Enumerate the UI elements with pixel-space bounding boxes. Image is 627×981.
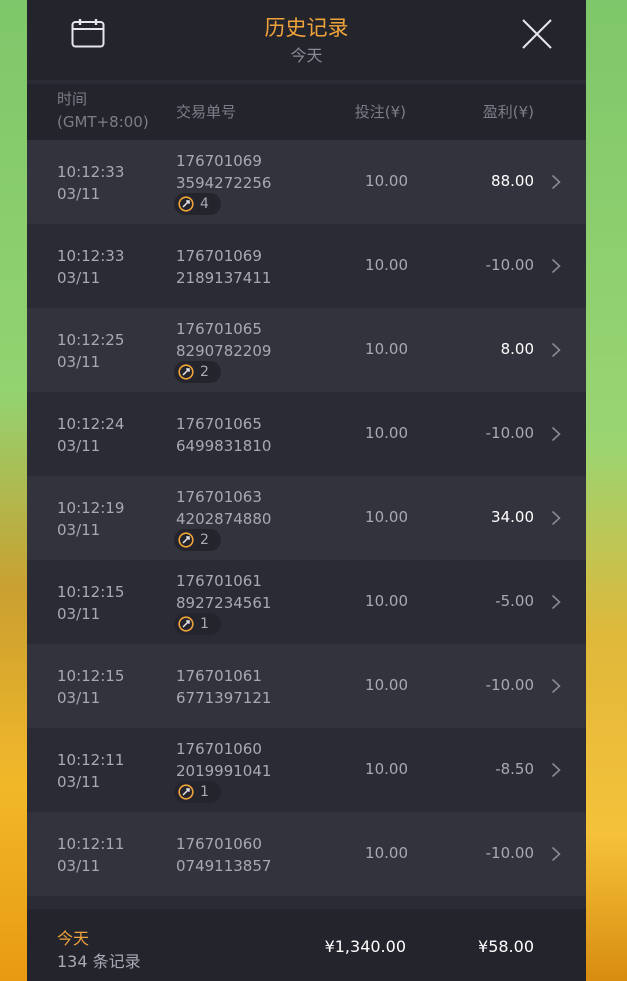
- history-row[interactable]: 10:12:24 03/11 176701065 6499831810 10.00 -10…: [27, 392, 586, 476]
- row-time: 10:12:15 03/11: [57, 667, 125, 707]
- free-spin-badge: 2: [174, 529, 221, 551]
- row-bet: 10.00: [365, 676, 408, 694]
- chevron-right-icon: [551, 342, 561, 358]
- row-bet: 10.00: [365, 340, 408, 358]
- row-transaction-id: 176701060 2019991041: [176, 740, 272, 780]
- history-row[interactable]: 10:12:15 03/11 176701061 8927234561 1 10.00 -5…: [27, 560, 586, 644]
- row-transaction-id: 176701065 8290782209: [176, 320, 272, 360]
- row-time: 10:12:33 03/11: [57, 163, 125, 203]
- history-row[interactable]: 10:12:33 03/11 176701069 3594272256 4 10.00 88…: [27, 140, 586, 224]
- free-spin-icon: [178, 196, 194, 212]
- background-left: [0, 0, 27, 981]
- chevron-right-icon: [551, 426, 561, 442]
- history-row[interactable]: 10:12:11 03/11 176701060 0749113857 10.00 -10…: [27, 812, 586, 896]
- free-spin-badge: 2: [174, 361, 221, 383]
- summary-total-bet: ¥1,340.00: [324, 937, 406, 956]
- chevron-right-icon: [551, 174, 561, 190]
- history-row[interactable]: 10:12:33 03/11 176701069 2189137411 10.00 -10…: [27, 224, 586, 308]
- page-title: 历史记录: [264, 16, 349, 40]
- history-row[interactable]: 10:12:15 03/11 176701061 6771397121 10.00 -10…: [27, 644, 586, 728]
- free-spin-icon: [178, 784, 194, 800]
- row-time: 10:12:33 03/11: [57, 247, 125, 287]
- row-bet: 10.00: [365, 172, 408, 190]
- free-spin-icon: [178, 532, 194, 548]
- free-spin-count: 2: [200, 364, 209, 380]
- chevron-right-icon: [551, 846, 561, 862]
- row-profit: -8.50: [495, 760, 534, 778]
- row-transaction-id: 176701061 8927234561: [176, 572, 272, 612]
- background-right: [586, 0, 627, 981]
- row-profit: 34.00: [491, 508, 534, 526]
- row-profit: -5.00: [495, 592, 534, 610]
- free-spin-count: 2: [200, 532, 209, 548]
- row-time: 10:12:19 03/11: [57, 499, 125, 539]
- row-bet: 10.00: [365, 592, 408, 610]
- chevron-right-icon: [551, 762, 561, 778]
- header: 历史记录 今天: [27, 0, 586, 80]
- row-profit: 88.00: [491, 172, 534, 190]
- chevron-right-icon: [551, 258, 561, 274]
- close-icon[interactable]: [521, 18, 553, 50]
- row-bet: 10.00: [365, 424, 408, 442]
- column-profit: 盈利(¥): [482, 103, 534, 121]
- column-time: 时间 (GMT+8:00): [57, 90, 149, 131]
- row-transaction-id: 176701063 4202874880: [176, 488, 272, 528]
- free-spin-icon: [178, 616, 194, 632]
- summary-total-profit: ¥58.00: [478, 937, 534, 956]
- row-profit: 8.00: [500, 340, 534, 358]
- free-spin-count: 1: [200, 784, 209, 800]
- row-bet: 10.00: [365, 256, 408, 274]
- row-profit: -10.00: [485, 844, 534, 862]
- page-subtitle: 今天: [290, 46, 323, 65]
- row-bet: 10.00: [365, 760, 408, 778]
- history-row[interactable]: 10:12:11 03/11 176701060 2019991041 1 10.00 -8…: [27, 728, 586, 812]
- row-transaction-id: 176701069 2189137411: [176, 247, 272, 287]
- row-time: 10:12:11 03/11: [57, 751, 125, 791]
- free-spin-icon: [178, 364, 194, 380]
- row-profit: -10.00: [485, 676, 534, 694]
- row-transaction-id: 176701069 3594272256: [176, 152, 272, 192]
- history-panel: 历史记录 今天 时间 (GMT+8:00) 交易单号 投注(¥) 盈利(¥) 1…: [27, 0, 586, 981]
- column-header: 时间 (GMT+8:00) 交易单号 投注(¥) 盈利(¥): [27, 84, 586, 140]
- chevron-right-icon: [551, 510, 561, 526]
- summary-count: 134 条记录: [57, 952, 141, 971]
- free-spin-badge: 4: [174, 193, 221, 215]
- free-spin-count: 1: [200, 616, 209, 632]
- summary-footer: 今天 134 条记录 ¥1,340.00 ¥58.00: [27, 909, 586, 981]
- row-time: 10:12:15 03/11: [57, 583, 125, 623]
- row-bet: 10.00: [365, 508, 408, 526]
- row-transaction-id: 176701065 6499831810: [176, 415, 272, 455]
- row-time: 10:12:11 03/11: [57, 835, 125, 875]
- free-spin-badge: 1: [174, 781, 221, 803]
- column-bet: 投注(¥): [354, 103, 406, 121]
- chevron-right-icon: [551, 678, 561, 694]
- row-time: 10:12:25 03/11: [57, 331, 125, 371]
- history-list: 10:12:33 03/11 176701069 3594272256 4 10.00 88…: [27, 140, 586, 896]
- history-row[interactable]: 10:12:19 03/11 176701063 4202874880 2 10.00 34…: [27, 476, 586, 560]
- row-time: 10:12:24 03/11: [57, 415, 125, 455]
- row-profit: -10.00: [485, 424, 534, 442]
- column-transaction-id: 交易单号: [176, 103, 237, 121]
- summary-period: 今天: [57, 929, 90, 948]
- history-row[interactable]: 10:12:25 03/11 176701065 8290782209 2 10.00 8.…: [27, 308, 586, 392]
- row-transaction-id: 176701060 0749113857: [176, 835, 272, 875]
- free-spin-badge: 1: [174, 613, 221, 635]
- free-spin-count: 4: [200, 196, 209, 212]
- row-bet: 10.00: [365, 844, 408, 862]
- row-profit: -10.00: [485, 256, 534, 274]
- row-transaction-id: 176701061 6771397121: [176, 667, 272, 707]
- chevron-right-icon: [551, 594, 561, 610]
